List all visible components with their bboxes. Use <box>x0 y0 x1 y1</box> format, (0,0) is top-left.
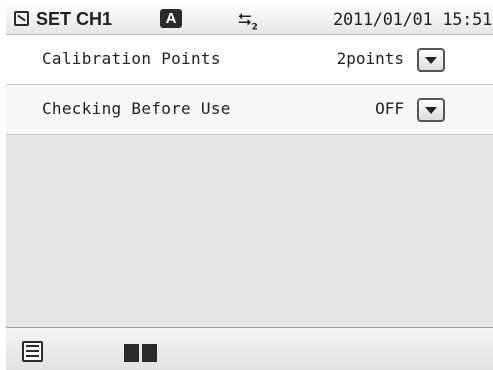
setting-label: Checking Before Use <box>42 99 231 118</box>
setting-value: OFF <box>375 99 404 118</box>
measure-mode-icon <box>14 11 29 26</box>
empty-content-area <box>6 134 493 328</box>
dropdown-button[interactable] <box>417 98 445 122</box>
dropdown-button[interactable] <box>417 48 445 72</box>
chevron-down-icon <box>425 107 437 114</box>
list-icon[interactable] <box>22 341 43 362</box>
device-screen: SET CH1 A ⮀2 2011/01/01 15:51 Calibratio… <box>0 0 493 370</box>
setting-row-calibration-points[interactable]: Calibration Points 2points <box>6 35 493 85</box>
status-bar: SET CH1 A ⮀2 2011/01/01 15:51 <box>6 4 493 35</box>
chevron-down-icon <box>425 57 437 64</box>
datetime-display: 2011/01/01 15:51 <box>333 10 492 30</box>
settings-list: Calibration Points 2points Checking Befo… <box>6 35 493 135</box>
usb-index: 2 <box>251 22 258 33</box>
book-icon[interactable] <box>124 344 158 362</box>
usb-icon: ⮀2 <box>238 10 258 33</box>
setting-label: Calibration Points <box>42 49 221 68</box>
bottom-toolbar <box>6 327 493 370</box>
setting-value: 2points <box>336 49 404 68</box>
setting-row-checking-before-use[interactable]: Checking Before Use OFF <box>6 85 493 135</box>
page-title: SET CH1 <box>36 9 113 29</box>
auto-mode-badge: A <box>160 9 182 28</box>
